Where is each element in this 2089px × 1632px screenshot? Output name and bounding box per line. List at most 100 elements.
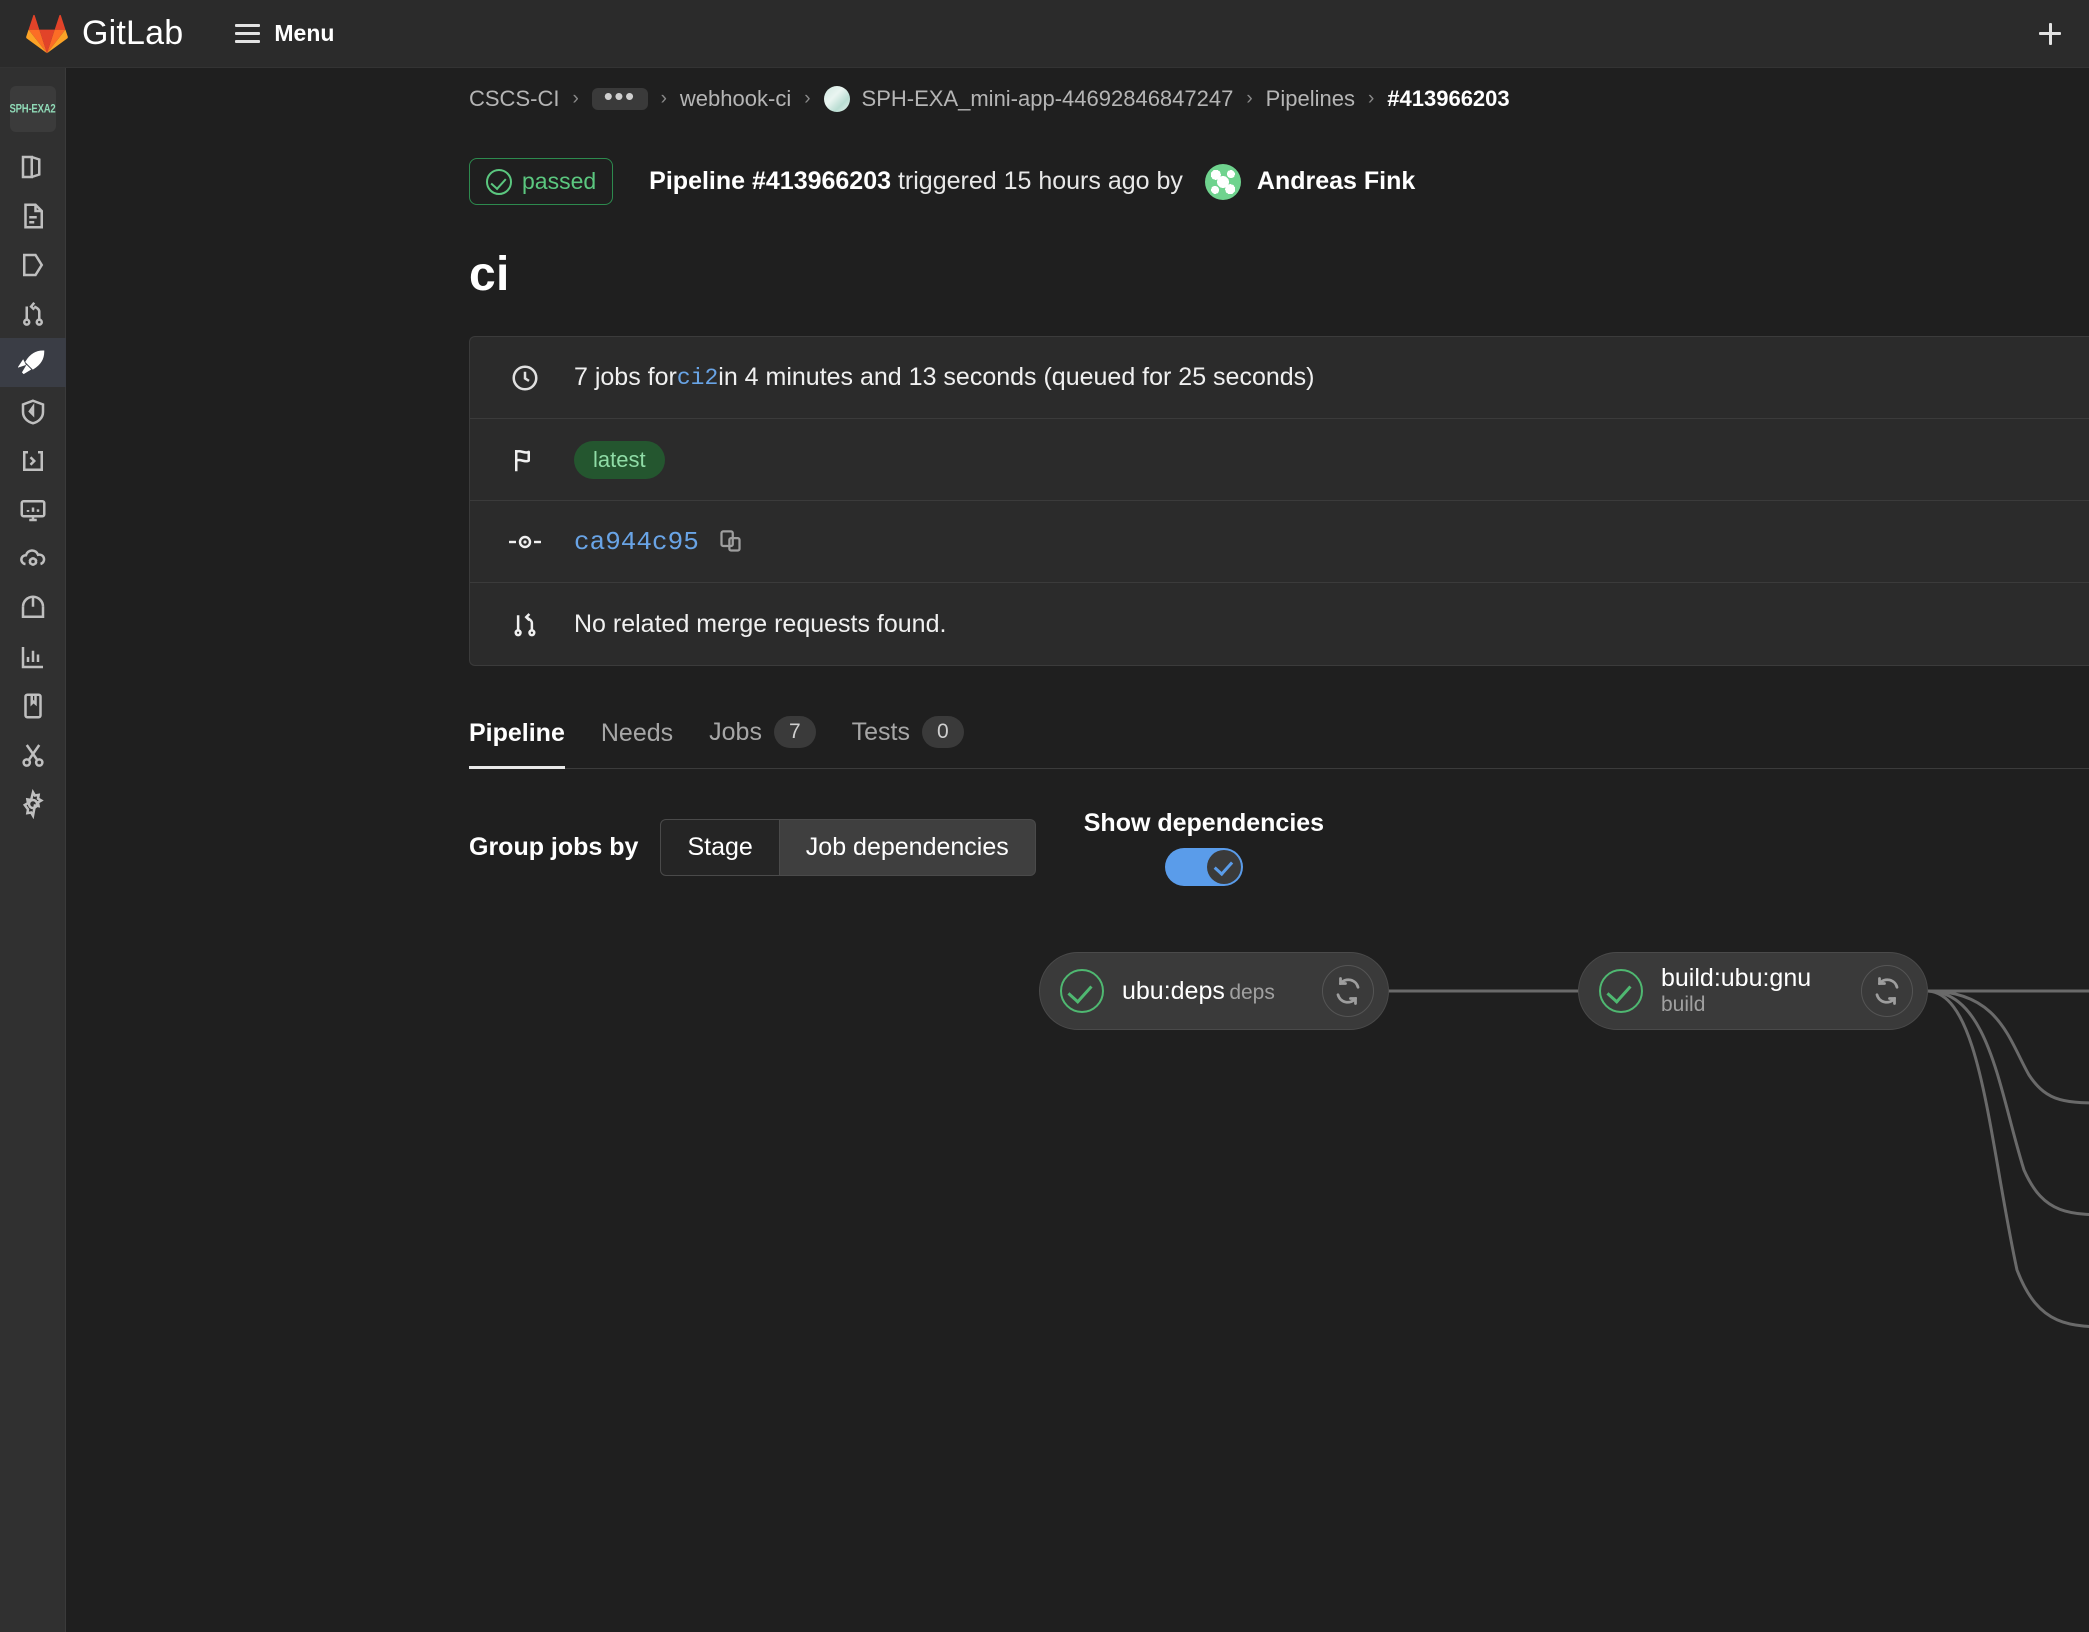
sidebar-item-ci-cd[interactable] <box>0 338 66 387</box>
cloud-gear-icon <box>20 548 46 566</box>
breadcrumb-project[interactable]: SPH-EXA_mini-app-44692846847247 <box>823 86 1234 112</box>
jobs-summary-suffix: in 4 minutes and 13 seconds (queued for … <box>718 363 1315 391</box>
issue-icon <box>23 253 44 276</box>
sidebar-item-packages[interactable] <box>0 583 66 632</box>
group-by-job-dependencies-button[interactable]: Job dependencies <box>779 819 1036 876</box>
breadcrumb-group[interactable]: CSCS-CI <box>469 86 559 112</box>
link-build-to-testp1 <box>1927 989 2089 1328</box>
sidebar-item-security[interactable] <box>0 387 66 436</box>
job-node-build-ubu-gnu[interactable]: build:ubu:gnu build <box>1578 952 1928 1030</box>
breadcrumb-subgroup[interactable]: webhook-ci <box>680 86 791 112</box>
triggering-user[interactable]: Andreas Fink <box>1204 163 1416 200</box>
sidebar-item-deployments[interactable] <box>0 436 66 485</box>
project-avatar-label: SPH-EXA2 <box>9 102 56 116</box>
job-stage: build <box>1661 993 1706 1017</box>
main-content: CSCS-CI › ••• › webhook-ci › SPH-EXA_min… <box>66 68 2089 1632</box>
copy-to-clipboard-icon[interactable] <box>717 528 744 555</box>
breadcrumb-separator: › <box>1246 88 1253 109</box>
job-node-text: build:ubu:gnu build <box>1661 964 1851 1017</box>
sidebar-item-settings[interactable] <box>0 779 66 828</box>
commit-sha-link[interactable]: ca944c95 <box>574 527 699 557</box>
merge-request-row: No related merge requests found. <box>470 583 2089 665</box>
breadcrumb-project-label: SPH-EXA_mini-app-44692846847247 <box>861 86 1234 111</box>
link-build-to-test2 <box>1927 989 2089 1105</box>
pipeline-tabs: Pipeline Needs Jobs 7 Tests 0 <box>469 716 2089 769</box>
status-badge-label: passed <box>522 168 597 194</box>
show-dependencies-toggle[interactable] <box>1164 848 1243 886</box>
group-by-stage-button[interactable]: Stage <box>660 819 780 876</box>
latest-tag-badge: latest <box>574 440 665 479</box>
clock-icon <box>508 363 542 393</box>
pipeline-info-card: 7 jobs for ci2 in 4 minutes and 13 secon… <box>469 336 2089 666</box>
deployments-icon <box>23 450 43 471</box>
breadcrumb-expand-button[interactable]: ••• <box>591 83 648 110</box>
gitlab-pipeline-page: GitLab Menu SPH-EXA2 CSCS-CI › ••• › web… <box>0 0 2089 1632</box>
show-dependencies-control: Show dependencies <box>1084 809 1324 886</box>
brand-label: GitLab <box>82 14 184 52</box>
scissors-icon <box>22 743 44 767</box>
breadcrumb-separator: › <box>804 88 811 109</box>
pipeline-graph: ubu:deps deps build:ubu:gnu build <box>469 940 2089 1420</box>
tab-pipeline-label: Pipeline <box>469 719 565 747</box>
tab-tests[interactable]: Tests 0 <box>834 716 982 768</box>
retry-icon[interactable] <box>1322 965 1374 1017</box>
breadcrumb-separator: › <box>660 88 667 109</box>
job-node-ubu-deps[interactable]: ubu:deps deps <box>1039 952 1389 1030</box>
status-success-icon <box>1599 969 1643 1013</box>
monitor-icon <box>20 499 46 521</box>
user-name: Andreas Fink <box>1256 167 1416 195</box>
tab-pipeline[interactable]: Pipeline <box>469 719 583 769</box>
sidebar-item-issues[interactable] <box>0 240 66 289</box>
merge-request-empty-text: No related merge requests found. <box>574 609 947 638</box>
tab-jobs-label: Jobs <box>709 717 762 746</box>
sidebar-item-analytics[interactable] <box>0 632 66 681</box>
shield-icon <box>21 398 45 425</box>
tab-tests-count: 0 <box>922 716 964 748</box>
project-sidebar: SPH-EXA2 <box>0 68 66 1632</box>
retry-icon[interactable] <box>1861 965 1913 1017</box>
pipeline-status-header: passed Pipeline #413966203 triggered 15 … <box>469 158 2089 205</box>
sidebar-item-monitor[interactable] <box>0 485 66 534</box>
tag-row: latest <box>470 419 2089 501</box>
sidebar-item-infrastructure[interactable] <box>0 534 66 583</box>
breadcrumb-pipelines[interactable]: Pipelines <box>1266 86 1355 112</box>
package-icon <box>21 595 45 618</box>
sidebar-item-repository[interactable] <box>0 191 66 240</box>
merge-request-icon <box>508 609 542 639</box>
book-open-icon <box>21 155 41 178</box>
sidebar-nav-list <box>0 142 66 828</box>
user-identicon-avatar <box>1204 163 1241 200</box>
project-avatar[interactable]: SPH-EXA2 <box>9 86 56 132</box>
pipeline-ref-link[interactable]: ci2 <box>677 365 718 391</box>
breadcrumb-separator: › <box>1367 88 1375 109</box>
commit-row: ca944c95 <box>470 501 2089 583</box>
sidebar-item-snippets[interactable] <box>0 730 66 779</box>
breadcrumb-current: #413966203 <box>1387 86 1510 111</box>
job-node-text: ubu:deps deps <box>1122 977 1312 1005</box>
graph-controls: Group jobs by Stage Job dependencies Sho… <box>469 809 2089 886</box>
document-icon <box>24 203 43 228</box>
tab-jobs[interactable]: Jobs 7 <box>691 716 834 768</box>
plus-icon[interactable] <box>2033 17 2067 51</box>
hamburger-menu-icon <box>235 24 261 43</box>
tab-needs[interactable]: Needs <box>583 719 691 768</box>
sidebar-item-wiki[interactable] <box>0 681 66 730</box>
job-stage: deps <box>1229 980 1275 1004</box>
breadcrumb-separator: › <box>572 88 579 109</box>
merge-request-icon <box>23 301 43 326</box>
gear-icon <box>22 788 44 819</box>
status-badge[interactable]: passed <box>469 158 614 205</box>
link-build-to-test10 <box>1927 989 2089 1216</box>
page-title: ci <box>469 248 510 301</box>
gitlab-logo-link[interactable]: GitLab <box>26 14 183 54</box>
main-menu-button[interactable]: Menu <box>235 20 334 47</box>
breadcrumb: CSCS-CI › ••• › webhook-ci › SPH-EXA_min… <box>469 68 2089 130</box>
tab-tests-label: Tests <box>851 717 910 746</box>
sidebar-item-project-overview[interactable] <box>0 142 66 191</box>
job-name: build:ubu:gnu <box>1661 964 1812 993</box>
jobs-summary-row: 7 jobs for ci2 in 4 minutes and 13 secon… <box>470 337 2089 419</box>
rocket-icon <box>18 349 45 374</box>
sidebar-item-merge-requests[interactable] <box>0 289 66 338</box>
menu-label: Menu <box>274 20 335 46</box>
trigger-suffix: triggered 15 hours ago by <box>891 167 1183 195</box>
